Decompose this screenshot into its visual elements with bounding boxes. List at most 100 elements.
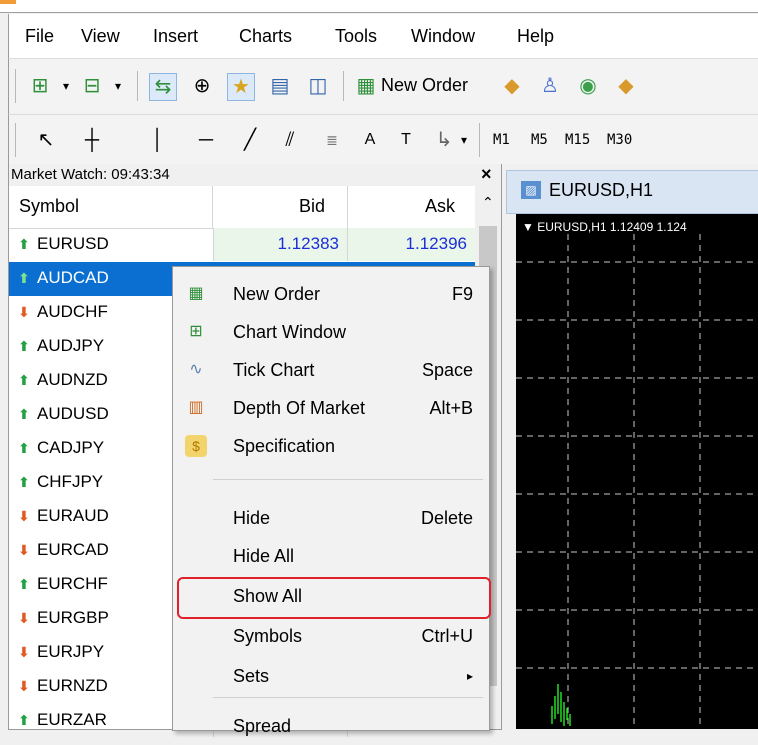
context-menu-item-spread[interactable]: Spread: [173, 707, 489, 745]
symbol-cell: ⬇ EURNZD: [17, 670, 108, 704]
context-menu-shortcut: Alt+B: [429, 398, 473, 418]
context-menu-label: Symbols: [233, 626, 303, 646]
context-menu-item-tick-chart[interactable]: ∿ Tick Chart Space: [173, 351, 489, 389]
column-header-bid[interactable]: Bid: [299, 196, 325, 217]
column-header-symbol[interactable]: Symbol: [19, 196, 79, 217]
context-menu-item-depth-of-market[interactable]: ▥ Depth Of Market Alt+B: [173, 389, 489, 427]
context-menu-shortcut: Ctrl+U: [421, 626, 473, 646]
context-menu: ▦ New Order F9 ⊞ Chart Window ∿ Tick Chart Spac…: [172, 266, 491, 736]
show-all-highlight-box: [177, 577, 491, 619]
dropdown-arrow-icon[interactable]: ▾: [53, 73, 79, 99]
symbol-cell: ⬇ EURCAD: [17, 534, 109, 568]
timeframe-m5[interactable]: M5: [531, 132, 548, 148]
context-menu-item-hide-all[interactable]: Hide All: [173, 537, 489, 575]
new-order-icon[interactable]: ▦: [353, 73, 379, 99]
symbol-cell: ⬆ AUDNZD: [17, 364, 108, 398]
horizontal-line-icon[interactable]: ─: [193, 127, 219, 153]
chart-grid: [516, 234, 758, 729]
up-arrow-icon: ⬆: [18, 576, 30, 592]
tick-chart-icon: ∿: [189, 361, 203, 378]
new-chart-icon[interactable]: ⊞: [27, 73, 53, 99]
menu-view[interactable]: View: [81, 26, 120, 47]
bid-value: 1.12383: [277, 234, 339, 253]
profiles-icon[interactable]: ⊟: [79, 73, 105, 99]
market-watch-title: Market Watch: 09:43:34: [11, 166, 170, 183]
context-menu-item-chart-window[interactable]: ⊞ Chart Window: [173, 313, 489, 351]
strategy-tester-icon[interactable]: ◫: [305, 73, 331, 99]
symbol-name: EURCAD: [37, 540, 109, 559]
symbol-cell: ⬆ EURZAR: [17, 704, 107, 738]
context-menu-item-symbols[interactable]: Symbols Ctrl+U: [173, 617, 489, 655]
up-arrow-icon: ⬆: [18, 236, 30, 252]
context-menu-item-new-order[interactable]: ▦ New Order F9: [173, 275, 489, 313]
symbol-cell: ⬆ CADJPY: [17, 432, 104, 466]
terminal-icon[interactable]: ▤: [267, 73, 293, 99]
close-icon[interactable]: ×: [481, 164, 492, 184]
dropdown-arrow-icon[interactable]: ▾: [105, 73, 131, 99]
menu-window[interactable]: Window: [411, 26, 475, 47]
symbol-name: AUDCHF: [37, 302, 108, 321]
chart-tab[interactable]: ▨ EURUSD,H1: [506, 170, 758, 214]
chart-window-icon: ⊞: [189, 323, 203, 340]
up-arrow-icon: ⬆: [18, 406, 30, 422]
down-arrow-icon: ⬇: [18, 610, 30, 626]
down-arrow-icon: ⬇: [18, 508, 30, 524]
equidistant-channel-icon[interactable]: ⫽: [277, 127, 303, 153]
toolbar-separator: [343, 71, 344, 101]
navigator-icon[interactable]: ★: [227, 73, 255, 101]
data-window-icon[interactable]: ⊕: [189, 73, 215, 99]
menu-file[interactable]: File: [25, 26, 54, 47]
symbol-name: EURCHF: [37, 574, 108, 593]
toolbar-separator: [137, 71, 138, 101]
symbol-row[interactable]: ⬆ EURUSD 1.12383 1.12396: [9, 228, 476, 262]
menu-separator: [213, 479, 483, 480]
context-menu-label: Sets: [233, 666, 270, 686]
crosshair-icon[interactable]: ┼: [79, 127, 105, 153]
menu-help[interactable]: Help: [517, 26, 554, 47]
down-arrow-icon: ⬇: [18, 644, 30, 660]
new-order-button[interactable]: New Order: [381, 75, 468, 96]
depth-of-market-icon: ▥: [188, 399, 204, 416]
timeframe-m15[interactable]: M15: [565, 132, 590, 148]
symbol-cell: ⬆ AUDJPY: [17, 330, 104, 364]
text-label-icon[interactable]: T: [393, 127, 419, 153]
price-chart[interactable]: ▼ EURUSD,H1 1.12409 1.124: [516, 214, 758, 729]
timeframe-m1[interactable]: M1: [493, 132, 510, 148]
timeframe-m30[interactable]: M30: [607, 132, 632, 148]
dropdown-arrow-icon[interactable]: ▾: [451, 127, 477, 153]
menu-separator: [213, 697, 483, 698]
trendline-icon[interactable]: ╱: [237, 127, 263, 153]
symbol-cell: ⬇ AUDCHF: [17, 296, 108, 330]
signals-icon[interactable]: ◉: [575, 73, 601, 99]
vertical-line-icon[interactable]: │: [145, 127, 171, 153]
context-menu-label: Tick Chart: [233, 360, 315, 380]
experts-icon[interactable]: ♙: [537, 73, 563, 99]
context-menu-label: New Order: [233, 284, 321, 304]
symbol-name: AUDUSD: [37, 404, 109, 423]
symbol-cell: ⬆ CHFJPY: [17, 466, 103, 500]
text-tool-icon[interactable]: A: [357, 127, 383, 153]
column-header-ask[interactable]: Ask: [425, 196, 455, 217]
up-arrow-icon: ⬆: [18, 440, 30, 456]
cursor-icon[interactable]: ↖: [33, 127, 59, 153]
market-watch-title-bar: Market Watch: 09:43:34 ×: [9, 164, 501, 186]
menu-tools[interactable]: Tools: [335, 26, 377, 47]
context-menu-item-specification[interactable]: $ Specification: [173, 427, 489, 465]
context-menu-label: Depth Of Market: [233, 398, 366, 418]
symbol-name: CHFJPY: [37, 472, 104, 491]
symbol-cell: ⬆ EURCHF: [17, 568, 108, 602]
fibonacci-icon[interactable]: ≣: [319, 127, 345, 153]
menu-insert[interactable]: Insert: [153, 26, 198, 47]
market-watch-toggle-icon[interactable]: ⇆: [149, 73, 177, 101]
market-icon[interactable]: ◆: [613, 73, 639, 99]
chart-window: ▨ EURUSD,H1 ▼ EURUSD,H1 1.12409 1.124: [504, 164, 758, 729]
context-menu-item-hide[interactable]: Hide Delete: [173, 499, 489, 537]
symbol-cell: ⬆ AUDUSD: [17, 398, 109, 432]
drawing-toolbar: ↖ ┼ │ ─ ╱ ⫽ ≣ A T ↳ ▾ M1 M5 M15 M30: [8, 114, 758, 165]
context-menu-item-sets[interactable]: Sets ▸: [173, 657, 489, 695]
context-menu-label: Specification: [233, 436, 336, 456]
menu-charts[interactable]: Charts: [239, 26, 292, 47]
scroll-up-arrow-icon[interactable]: ⌃: [482, 194, 494, 211]
standard-toolbar: ⊞ ▾ ⊟ ▾ ⇆ ⊕ ★ ▤ ◫ ▦ New Order ◆ ♙ ◉ ◆: [8, 58, 758, 115]
metaeditor-icon[interactable]: ◆: [499, 73, 525, 99]
